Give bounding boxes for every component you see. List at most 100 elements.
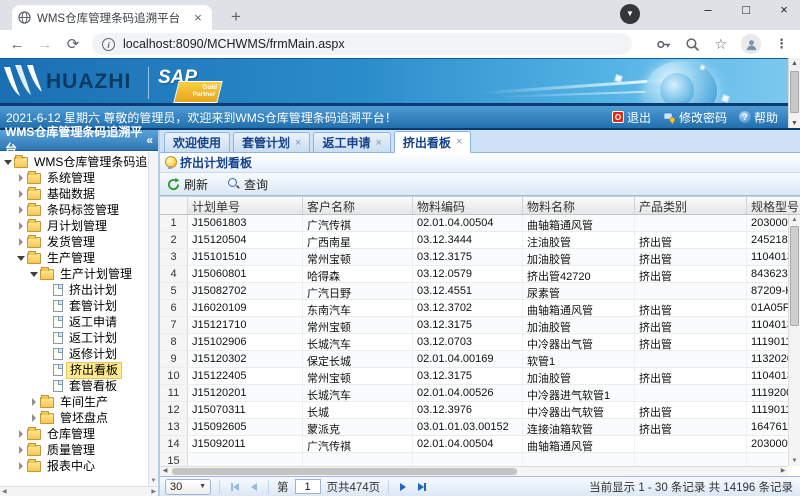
tree-node[interactable]: 车间生产	[0, 394, 158, 410]
table-row[interactable]: 1 J15061803 广汽传祺 02.01.04.00504 曲轴箱通风管 2…	[160, 215, 788, 232]
tree-expander-icon[interactable]	[42, 333, 52, 343]
table-row[interactable]: 5 J15082702 广汽日野 03.12.4551 尿素管 87209-H5…	[160, 283, 788, 300]
grid-horizontal-scrollbar[interactable]: ◀ ▶	[160, 466, 788, 476]
tree-expander-icon[interactable]	[42, 365, 52, 375]
logout-button[interactable]: O 退出	[612, 109, 651, 126]
header-frame-scrollbar[interactable]: ▲ ▼	[788, 58, 800, 130]
tree-node[interactable]: 发货管理	[0, 234, 158, 250]
forward-icon[interactable]: →	[36, 35, 54, 53]
tree-expander-icon[interactable]	[16, 253, 26, 263]
table-row[interactable]: 2 J15120504 广西南星 03.12.3444 注油胶管 挤出管 245…	[160, 232, 788, 249]
column-header[interactable]: 客户名称	[303, 197, 413, 214]
browser-tab[interactable]: WMS仓库管理条码追溯平台 ×	[12, 5, 212, 30]
window-minimize-button[interactable]: –	[700, 2, 716, 17]
tree-expander-icon[interactable]	[16, 205, 26, 215]
tree-node[interactable]: 套管看板	[0, 378, 158, 394]
back-icon[interactable]: ←	[8, 35, 26, 53]
refresh-button[interactable]: 刷新	[164, 174, 211, 195]
document-tab[interactable]: 欢迎使用 ×	[164, 132, 230, 152]
table-row[interactable]: 12 J15070311 长城 03.12.3976 中冷器出气软管 挤出管 1…	[160, 402, 788, 419]
tree-expander-icon[interactable]	[16, 189, 26, 199]
column-header[interactable]: 产品类别	[635, 197, 747, 214]
tree-node[interactable]: 管坯盘点	[0, 410, 158, 426]
table-row[interactable]: 14 J15092011 广汽传祺 02.01.04.00504 曲轴箱通风管 …	[160, 436, 788, 453]
tree-expander-icon[interactable]	[29, 269, 39, 279]
tree-node[interactable]: WMS仓库管理条码追溯系统	[0, 154, 158, 170]
column-header[interactable]: 物料名称	[523, 197, 635, 214]
page-number-input[interactable]	[295, 479, 321, 494]
tree-node[interactable]: 月计划管理	[0, 218, 158, 234]
table-row[interactable]: 8 J15102906 长城汽车 03.12.0703 中冷器出气管 挤出管 1…	[160, 334, 788, 351]
table-row[interactable]: 13 J15092605 蒙派克 03.01.01.03.00152 连接油箱软…	[160, 419, 788, 436]
column-header[interactable]: 规格型号	[747, 197, 800, 214]
last-page-button[interactable]	[415, 479, 429, 495]
first-page-button[interactable]	[228, 479, 242, 495]
scroll-down-icon[interactable]: ▼	[789, 118, 800, 130]
tree-node[interactable]: 套管计划	[0, 298, 158, 314]
tree-expander-icon[interactable]	[42, 301, 52, 311]
grid-vertical-scrollbar[interactable]: ▲ ▼	[788, 215, 800, 466]
tree-expander-icon[interactable]	[16, 429, 26, 439]
page-info-icon[interactable]: i	[102, 38, 115, 51]
tree-expander-icon[interactable]	[29, 397, 39, 407]
url-input[interactable]: i localhost:8090/MCHWMS/frmMain.aspx	[92, 33, 632, 55]
tree-node[interactable]: 挤出计划	[0, 282, 158, 298]
tree-node[interactable]: 生产管理	[0, 250, 158, 266]
tree-expander-icon[interactable]	[42, 381, 52, 391]
table-row[interactable]: 9 J15120302 保定长城 02.01.04.00169 软管1 1132…	[160, 351, 788, 368]
browser-update-icon[interactable]: ▼	[620, 4, 640, 24]
table-row[interactable]: 11 J15120201 长城汽车 02.01.04.00526 中冷器进气软管…	[160, 385, 788, 402]
prev-page-button[interactable]	[248, 479, 260, 495]
zoom-icon[interactable]	[685, 37, 700, 52]
change-password-button[interactable]: 修改密码	[663, 109, 727, 126]
scrollbar-thumb[interactable]	[790, 71, 799, 113]
table-row[interactable]: 15	[160, 453, 788, 466]
tree-expander-icon[interactable]	[42, 285, 52, 295]
bookmark-star-icon[interactable]: ☆	[714, 36, 727, 53]
tree-node[interactable]: 报表中心	[0, 458, 158, 474]
scroll-up-icon[interactable]: ▲	[789, 58, 800, 70]
scroll-down-icon[interactable]: ▼	[149, 476, 158, 486]
table-row[interactable]: 6 J16020109 东南汽车 03.12.3702 曲轴箱通风管 挤出管 0…	[160, 300, 788, 317]
next-page-button[interactable]	[397, 479, 409, 495]
tree-expander-icon[interactable]	[29, 413, 39, 423]
table-row[interactable]: 3 J15101510 常州宝顿 03.12.3175 加油胶管 挤出管 110…	[160, 249, 788, 266]
scrollbar-thumb[interactable]	[790, 226, 799, 326]
page-size-select[interactable]: 30 ▼	[165, 479, 211, 495]
document-tab[interactable]: 挤出看板 ×	[394, 131, 471, 153]
column-header[interactable]: 计划单号	[188, 197, 303, 214]
scroll-left-icon[interactable]: ◀	[2, 488, 7, 495]
tab-close-icon[interactable]: ×	[375, 137, 381, 149]
tree-expander-icon[interactable]	[42, 317, 52, 327]
tree-node[interactable]: 基础数据	[0, 186, 158, 202]
document-tab[interactable]: 套管计划 ×	[233, 132, 310, 152]
tree-expander-icon[interactable]	[16, 173, 26, 183]
table-row[interactable]: 10 J15122405 常州宝顿 03.12.3175 加油胶管 挤出管 11…	[160, 368, 788, 385]
tree-node[interactable]: 条码标签管理	[0, 202, 158, 218]
tree-expander-icon[interactable]	[16, 221, 26, 231]
scroll-right-icon[interactable]: ▶	[778, 467, 788, 476]
tree-node[interactable]: 返修计划	[0, 346, 158, 362]
tab-close-icon[interactable]: ×	[456, 136, 462, 148]
search-button[interactable]: 查询	[225, 174, 271, 195]
scroll-left-icon[interactable]: ◀	[160, 467, 170, 476]
column-header[interactable]: 物料编码	[413, 197, 523, 214]
new-tab-button[interactable]: +	[224, 7, 248, 28]
help-button[interactable]: ? 帮助	[739, 109, 778, 126]
document-tab[interactable]: 返工申请 ×	[313, 132, 390, 152]
tree-expander-icon[interactable]	[16, 445, 26, 455]
tree-node[interactable]: 质量管理	[0, 442, 158, 458]
tree-node[interactable]: 挤出看板	[0, 362, 158, 378]
table-row[interactable]: 4 J15060801 哈得森 03.12.0579 挤出管42720 挤出管 …	[160, 266, 788, 283]
tab-close-icon[interactable]: ×	[295, 137, 301, 149]
tab-close-icon[interactable]: ×	[190, 10, 206, 26]
scroll-up-icon[interactable]: ▲	[789, 215, 800, 225]
reload-icon[interactable]: ⟳	[64, 35, 82, 53]
tree-node[interactable]: 返工计划	[0, 330, 158, 346]
browser-menu-icon[interactable]: ⋮	[775, 36, 788, 52]
password-key-icon[interactable]	[656, 37, 671, 52]
table-row[interactable]: 7 J15121710 常州宝顿 03.12.3175 加油胶管 挤出管 110…	[160, 317, 788, 334]
window-close-button[interactable]: ×	[776, 2, 792, 17]
scrollbar-thumb[interactable]	[172, 468, 517, 475]
tree-node[interactable]: 系统管理	[0, 170, 158, 186]
